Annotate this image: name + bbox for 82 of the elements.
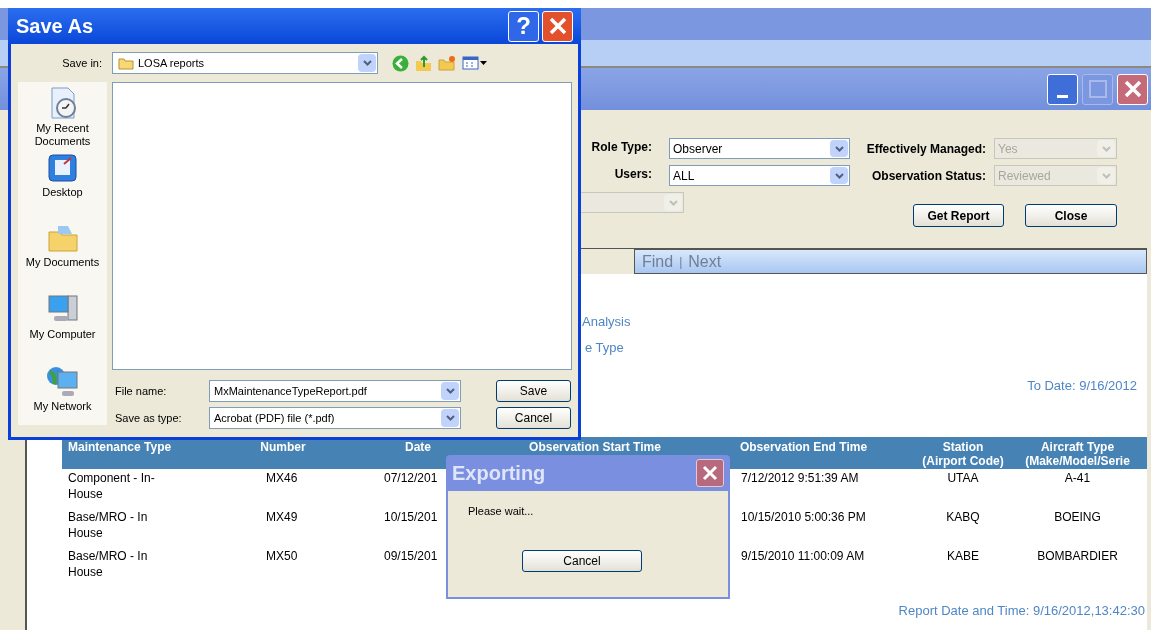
column-header: Date bbox=[404, 439, 432, 454]
table-cell: MX49 bbox=[266, 509, 298, 524]
field-label: Role Type: bbox=[590, 139, 652, 156]
help-button[interactable]: ? bbox=[508, 10, 539, 42]
table-cell: 10/15/2010 5:00:36 PM bbox=[741, 509, 866, 524]
desktop-icon bbox=[45, 152, 80, 184]
places-item[interactable]: Desktop bbox=[19, 152, 106, 199]
new-folder-icon[interactable] bbox=[438, 54, 456, 72]
field-label: Effectively Managed: bbox=[865, 141, 986, 158]
places-item[interactable]: My Network bbox=[19, 364, 106, 413]
close-button[interactable]: Close bbox=[1025, 204, 1117, 227]
table-cell: 09/15/201 bbox=[384, 548, 438, 563]
column-header: Aircraft Type (Make/Model/Serie bbox=[1024, 439, 1131, 468]
dropdown-value: Observer bbox=[672, 140, 723, 158]
field-label: Save in: bbox=[61, 55, 103, 71]
chevron-down-icon bbox=[362, 60, 372, 66]
places-item[interactable]: My Recent Documents bbox=[19, 86, 106, 148]
table-cell: 10/15/201 bbox=[384, 509, 438, 524]
minimize-button[interactable] bbox=[1047, 73, 1078, 105]
table-cell-text: Component - In-House bbox=[68, 469, 156, 502]
dropdown-value: Reviewed bbox=[997, 167, 1051, 185]
table-cell: A-41 bbox=[1064, 470, 1091, 485]
dropdown-value: ALL bbox=[672, 167, 695, 185]
close-button[interactable] bbox=[696, 459, 724, 487]
places-item[interactable]: My Documents bbox=[19, 222, 106, 269]
places-item[interactable]: My Computer bbox=[19, 292, 106, 341]
close-icon bbox=[548, 17, 567, 35]
field-label: Save as type: bbox=[114, 410, 183, 426]
column-header: Observation End Time bbox=[738, 439, 869, 454]
view-menu-icon[interactable] bbox=[462, 56, 488, 70]
table-cell: 7/12/2012 9:51:39 AM bbox=[741, 470, 859, 485]
table-cell: 07/12/201 bbox=[384, 470, 438, 485]
report-subtitle: e Type bbox=[585, 338, 624, 357]
table-cell: KABE bbox=[947, 548, 979, 563]
field-label: File name: bbox=[114, 383, 168, 399]
table-cell: 9/15/2010 11:00:09 AM bbox=[741, 548, 865, 563]
file-type-dropdown[interactable]: Acrobat (PDF) file (*.pdf) bbox=[209, 407, 461, 429]
dropdown-field[interactable]: ALL bbox=[669, 165, 850, 186]
close-icon bbox=[702, 465, 718, 481]
dialog-title: Exporting bbox=[452, 461, 546, 486]
column-header: Number bbox=[259, 439, 307, 454]
dropdown-value: Yes bbox=[997, 140, 1018, 158]
report-title: Analysis bbox=[582, 313, 631, 331]
file-name-field[interactable]: MxMaintenanceTypeReport.pdf bbox=[209, 380, 461, 402]
table-cell: MX46 bbox=[266, 470, 298, 485]
chevron-down-icon bbox=[445, 415, 455, 421]
chevron-down-icon bbox=[445, 388, 455, 394]
dropdown-value: LOSA reports bbox=[138, 55, 206, 71]
chevron-down-icon bbox=[834, 145, 844, 152]
report-timestamp: Report Date and Time: 9/16/2012,13:42:30 bbox=[898, 601, 1145, 620]
dropdown-field[interactable]: Observer bbox=[669, 138, 850, 159]
table-cell-text: Base/MRO - In House bbox=[68, 547, 149, 580]
table-cell: UTAA bbox=[947, 470, 979, 485]
save-in-dropdown[interactable]: LOSA reports bbox=[112, 52, 378, 74]
field-label: Observation Status: bbox=[870, 168, 986, 185]
dialog-title: Save As bbox=[16, 14, 94, 39]
get-report-button[interactable]: Get Report bbox=[913, 204, 1004, 227]
chevron-down-icon bbox=[834, 172, 844, 179]
column-header: Observation Start Time bbox=[528, 439, 662, 454]
column-header: Station (Airport Code) bbox=[921, 439, 1005, 468]
table-cell-text: Base/MRO - In House bbox=[68, 508, 149, 541]
dropdown-value: Acrobat (PDF) file (*.pdf) bbox=[213, 410, 336, 426]
cancel-button[interactable]: Cancel bbox=[496, 407, 571, 429]
status-message: Please wait... bbox=[468, 504, 534, 519]
field-label: Users: bbox=[613, 166, 652, 183]
close-icon bbox=[1123, 80, 1142, 98]
table-cell: KABQ bbox=[946, 509, 980, 524]
network-computer-icon bbox=[44, 364, 81, 398]
field-value: MxMaintenanceTypeReport.pdf bbox=[213, 383, 368, 399]
chevron-down-icon bbox=[1101, 145, 1111, 152]
column-header: Maintenance Type bbox=[67, 439, 173, 454]
up-folder-icon[interactable] bbox=[415, 54, 432, 72]
chevron-down-icon bbox=[668, 199, 678, 206]
table-cell: BOEING bbox=[1054, 509, 1101, 524]
save-button[interactable]: Save bbox=[496, 380, 571, 402]
chevron-down-icon bbox=[1101, 172, 1111, 179]
toolbar-separator: | bbox=[679, 253, 683, 271]
to-date: To Date: 9/16/2012 bbox=[1027, 377, 1137, 395]
table-cell: MX50 bbox=[266, 548, 298, 563]
cancel-button[interactable]: Cancel bbox=[522, 549, 642, 572]
table-cell: BOMBARDIER bbox=[1037, 548, 1118, 563]
folder-icon bbox=[118, 56, 134, 70]
